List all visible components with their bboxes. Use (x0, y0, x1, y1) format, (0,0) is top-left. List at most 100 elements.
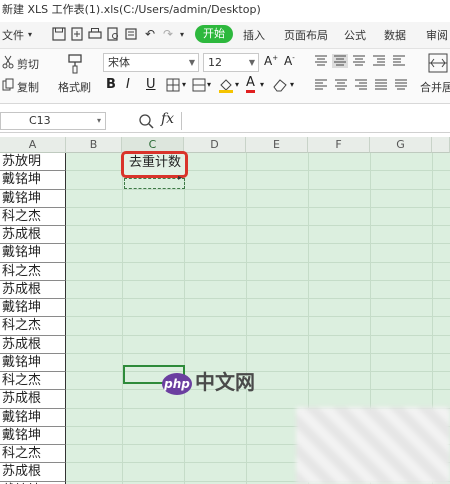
menu-bar: 文件 ▾ ↶ ↷ ▾ 开始 插入 页面布局 公式 数据 审阅 (0, 22, 450, 49)
cell-a10[interactable]: 科之杰 (0, 317, 66, 336)
cell-a2[interactable]: 戴铭坤 (0, 171, 66, 190)
tab-insert[interactable]: 插入 (243, 27, 265, 43)
align-top-icon[interactable] (314, 55, 328, 67)
copy-icon[interactable] (2, 78, 14, 92)
align-center-icon[interactable] (334, 79, 348, 91)
column-header-e[interactable]: E (246, 137, 308, 153)
align-bottom-icon[interactable] (352, 55, 366, 67)
cell-a18[interactable]: 苏成根 (0, 463, 66, 482)
cell-a12[interactable]: 戴铭坤 (0, 353, 66, 372)
tab-start[interactable]: 开始 (195, 25, 233, 43)
formula-input[interactable] (181, 112, 450, 130)
row-gridline (66, 225, 450, 226)
cell-a6[interactable]: 戴铭坤 (0, 244, 66, 263)
paste-options-icon[interactable]: ▸ (178, 173, 182, 182)
cell-a7[interactable]: 科之杰 (0, 262, 66, 281)
decrease-font-icon[interactable]: A- (284, 54, 295, 68)
column-header-d[interactable]: D (184, 137, 246, 153)
fill-color-icon[interactable] (218, 77, 234, 93)
row-gridline (66, 261, 450, 263)
column-header-h[interactable] (432, 137, 450, 153)
cell-a17[interactable]: 科之杰 (0, 445, 66, 464)
window-title: 新建 XLS 工作表(1).xls(C:/Users/admin/Desktop… (0, 0, 450, 20)
chevron-down-icon[interactable]: ▾ (28, 30, 32, 39)
chevron-down-icon[interactable]: ▾ (182, 80, 186, 89)
cell-a9[interactable]: 戴铭坤 (0, 299, 66, 318)
save-icon[interactable] (52, 27, 66, 41)
chevron-down-icon: ▼ (188, 58, 195, 67)
cell-a5[interactable]: 苏成根 (0, 226, 66, 245)
chevron-down-icon[interactable]: ▾ (235, 80, 239, 89)
increase-font-icon[interactable]: A+ (264, 54, 278, 68)
font-color-icon[interactable]: A (246, 76, 255, 93)
name-box[interactable]: C13 ▾ (0, 112, 106, 130)
align-left-icon[interactable] (314, 79, 328, 91)
cell-a16[interactable]: 戴铭坤 (0, 426, 66, 445)
zoom-search-icon[interactable] (138, 113, 154, 129)
chevron-down-icon[interactable]: ▾ (290, 80, 294, 89)
column-header-a[interactable]: A (0, 137, 66, 153)
cell-a3[interactable]: 戴铭坤 (0, 189, 66, 208)
chevron-down-icon[interactable]: ▾ (260, 80, 264, 89)
redo-icon[interactable]: ↷ (163, 27, 173, 41)
cell-a1[interactable]: 苏放明 (0, 153, 66, 172)
merge-center-label[interactable]: 合并居 (420, 79, 450, 95)
scissors-icon[interactable] (2, 55, 14, 69)
outdent-icon[interactable] (392, 55, 406, 67)
underline-button[interactable]: U (146, 77, 156, 92)
ribbon: 剪切 复制 格式刷 宋体 ▼ 12 ▼ A+ A- B I U ▾ ▾ ▾ A ▾ … (0, 49, 450, 104)
row-gridline (66, 206, 450, 208)
menu-file[interactable]: 文件 (2, 27, 24, 43)
undo-icon[interactable]: ↶ (145, 27, 155, 41)
php-logo: php (162, 372, 192, 395)
tab-page-layout[interactable]: 页面布局 (284, 27, 328, 43)
format-icon[interactable] (124, 27, 138, 41)
print-icon[interactable] (88, 27, 102, 41)
eraser-icon[interactable] (272, 78, 288, 92)
distribute-icon[interactable] (394, 79, 408, 91)
merge-center-icon[interactable] (428, 53, 448, 73)
align-middle-icon[interactable] (332, 54, 348, 68)
spreadsheet-grid: A B C D E F G 苏放明 戴铭坤 戴铭坤 科之杰 苏成根 戴铭坤 科之杰 苏成根 戴铭… (0, 137, 450, 484)
row-gridline (66, 298, 450, 299)
chevron-down-icon[interactable]: ▾ (180, 30, 184, 39)
export-icon[interactable] (70, 27, 84, 41)
tab-review[interactable]: 审阅 (426, 27, 448, 43)
justify-icon[interactable] (374, 79, 388, 91)
cut-label[interactable]: 剪切 (17, 56, 39, 72)
cell-a8[interactable]: 苏成根 (0, 280, 66, 299)
tab-data[interactable]: 数据 (384, 27, 406, 43)
cell-c1[interactable]: 去重计数 (124, 153, 186, 173)
chevron-down-icon: ▼ (248, 58, 255, 67)
cell-a4[interactable]: 科之杰 (0, 207, 66, 226)
row-gridline (66, 389, 450, 391)
copy-marquee (124, 178, 185, 189)
font-name-select[interactable]: 宋体 ▼ (103, 53, 199, 72)
cell-a13[interactable]: 科之杰 (0, 372, 66, 391)
column-header-f[interactable]: F (308, 137, 370, 153)
align-right-icon[interactable] (354, 79, 368, 91)
row-gridline (66, 352, 450, 354)
chevron-down-icon[interactable]: ▾ (207, 80, 211, 89)
column-header-b[interactable]: B (66, 137, 122, 153)
merge-cell-icon[interactable] (192, 78, 206, 92)
font-size-select[interactable]: 12 ▼ (203, 53, 259, 72)
formula-bar: C13 ▾ fx (0, 110, 450, 133)
function-icon[interactable]: fx (161, 111, 174, 127)
border-icon[interactable] (166, 78, 180, 92)
print-preview-icon[interactable] (106, 27, 120, 41)
cell-a14[interactable]: 苏成根 (0, 390, 66, 409)
format-painter-label[interactable]: 格式刷 (58, 79, 91, 95)
row-gridline (66, 243, 450, 245)
format-painter-icon[interactable] (66, 53, 84, 75)
cell-a11[interactable]: 苏成根 (0, 335, 66, 354)
italic-button[interactable]: I (126, 77, 130, 92)
row-gridline (66, 334, 450, 336)
bold-button[interactable]: B (106, 77, 116, 92)
column-header-g[interactable]: G (370, 137, 432, 153)
indent-icon[interactable] (372, 55, 386, 67)
cell-a15[interactable]: 戴铭坤 (0, 408, 66, 427)
tab-formula[interactable]: 公式 (344, 27, 366, 43)
row-gridline (66, 316, 450, 318)
copy-label[interactable]: 复制 (17, 79, 39, 95)
